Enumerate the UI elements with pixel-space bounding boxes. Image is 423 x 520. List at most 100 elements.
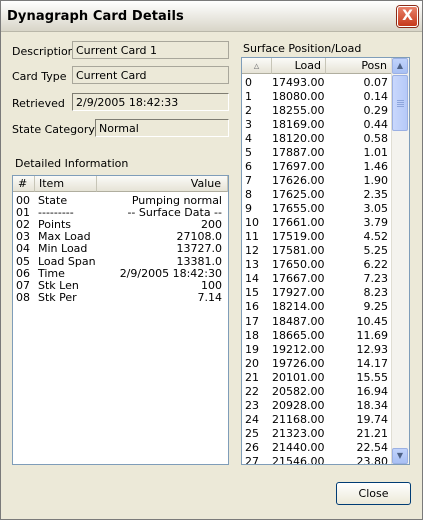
table-row[interactable]: 0 17493.00 0.07 (242, 77, 392, 89)
row-index: 10 (245, 216, 259, 230)
row-posn: 22.54 (356, 440, 389, 454)
row-posn: 18.34 (356, 398, 389, 412)
row-index: 23 (245, 398, 259, 412)
table-row[interactable]: 05 Load Span 13381.0 (13, 254, 228, 268)
state-category-field[interactable]: Normal (95, 119, 229, 137)
table-row[interactable]: 16 18214.00 9.25 (242, 301, 392, 313)
row-load: 17625.00 (272, 188, 325, 202)
column-header-load[interactable]: Load (272, 58, 326, 74)
row-index: 15 (245, 286, 259, 300)
row-index: 11 (245, 230, 259, 244)
table-row[interactable]: 14 17667.00 7.23 (242, 273, 392, 285)
table-row[interactable]: 12 17581.00 5.25 (242, 245, 392, 257)
row-index: 16 (245, 300, 259, 314)
row-load: 20101.00 (272, 370, 325, 384)
row-posn: 0.07 (363, 76, 389, 89)
detailed-information-list[interactable]: # Item Value 00 State Pumping normal 01 ----… (12, 175, 229, 465)
column-header-posn[interactable]: Posn (326, 58, 392, 74)
table-row[interactable]: 5 17887.00 1.01 (242, 147, 392, 159)
row-index: 4 (245, 132, 252, 146)
column-header-number[interactable]: # (13, 176, 35, 192)
row-number: 05 (16, 254, 30, 268)
row-posn: 7.23 (363, 272, 389, 286)
surface-position-load-list[interactable]: ▵ Load Posn 0 17493.00 0.07 1 18080.00 0.14 2 1… (241, 57, 410, 465)
dynagraph-dialog: Dynagraph Card Details X Description Cur… (0, 0, 423, 520)
table-row[interactable]: 21 20101.00 15.55 (242, 370, 392, 384)
table-row[interactable]: 08 Stk Per 7.14 (13, 290, 228, 304)
grip-line (397, 104, 404, 105)
table-row[interactable]: 25 21323.00 21.21 (242, 426, 392, 440)
table-row[interactable]: 18 18665.00 11.69 (242, 329, 392, 342)
row-load: 18080.00 (272, 90, 325, 104)
table-row[interactable]: 13 17650.00 6.22 (242, 259, 392, 271)
table-row[interactable]: 2 18255.00 0.29 (242, 105, 392, 117)
table-row[interactable]: 3 18169.00 0.44 (242, 119, 392, 131)
vertical-scrollbar[interactable]: ▲ ▼ (391, 58, 409, 464)
row-index: 21 (245, 370, 259, 384)
row-item: Load Span (38, 254, 96, 268)
row-item: Time (38, 266, 65, 280)
table-row[interactable]: 7 17626.00 1.90 (242, 175, 392, 187)
table-row[interactable]: 1 18080.00 0.14 (242, 91, 392, 103)
table-row[interactable]: 26 21440.00 22.54 (242, 440, 392, 454)
row-value: 100 (201, 278, 222, 292)
retrieved-field[interactable]: 2/9/2005 18:42:33 (72, 93, 229, 111)
table-row[interactable]: 04 Min Load 13727.0 (13, 243, 228, 255)
row-posn: 0.58 (363, 132, 389, 146)
table-row[interactable]: 24 21168.00 19.74 (242, 412, 392, 426)
row-value: 7.14 (197, 290, 223, 304)
row-load: 17667.00 (272, 272, 325, 286)
table-row[interactable]: 9 17655.00 3.05 (242, 203, 392, 215)
row-index: 1 (245, 90, 252, 104)
card-type-field[interactable]: Current Card (72, 66, 229, 84)
row-posn: 23.80 (356, 454, 389, 465)
close-button[interactable]: Close (336, 482, 411, 505)
table-row[interactable]: 07 Stk Len 100 (13, 278, 228, 292)
row-index: 7 (245, 174, 252, 188)
window-title: Dynagraph Card Details (7, 9, 184, 24)
table-row[interactable]: 8 17625.00 2.35 (242, 189, 392, 201)
table-row[interactable]: 23 20928.00 18.34 (242, 398, 392, 412)
table-row[interactable]: 06 Time 2/9/2005 18:42:30 (13, 266, 228, 280)
scroll-up-icon[interactable]: ▲ (392, 58, 408, 74)
grip-line (397, 106, 404, 107)
row-posn: 0.44 (363, 118, 389, 132)
row-load: 18255.00 (272, 104, 325, 118)
column-header-value[interactable]: Value (97, 176, 228, 192)
table-row[interactable]: 15 17927.00 8.23 (242, 287, 392, 299)
table-row[interactable]: 10 17661.00 3.79 (242, 217, 392, 229)
scroll-down-icon[interactable]: ▼ (392, 448, 408, 464)
row-load: 18487.00 (272, 314, 325, 328)
row-item: Stk Per (38, 290, 77, 304)
column-header-item[interactable]: Item (35, 176, 97, 192)
detailed-information-label: Detailed Information (15, 157, 129, 170)
grip-line (397, 102, 404, 103)
title-bar[interactable]: Dynagraph Card Details X (1, 1, 422, 32)
row-index: 6 (245, 160, 252, 174)
row-index: 17 (245, 314, 259, 328)
table-row[interactable]: 22 20582.00 16.94 (242, 384, 392, 398)
table-row[interactable]: 27 21546.00 23.80 (242, 454, 392, 465)
table-row[interactable]: 4 18120.00 0.58 (242, 133, 392, 145)
description-field[interactable]: Current Card 1 (72, 41, 229, 59)
row-posn: 4.52 (363, 230, 389, 244)
row-index: 3 (245, 118, 252, 132)
row-index: 25 (245, 426, 259, 440)
table-row[interactable]: 20 19726.00 14.17 (242, 357, 392, 370)
close-window-icon[interactable]: X (397, 6, 418, 27)
table-row[interactable]: 6 17697.00 1.46 (242, 161, 392, 173)
row-load: 20582.00 (272, 384, 325, 398)
row-posn: 15.55 (356, 370, 389, 384)
table-row[interactable]: 19 19212.00 12.93 (242, 343, 392, 356)
scroll-thumb[interactable] (392, 75, 408, 131)
row-number: 06 (16, 266, 30, 280)
row-posn: 1.01 (363, 146, 389, 160)
row-posn: 8.23 (363, 286, 389, 300)
row-index: 24 (245, 412, 259, 426)
sort-arrow-icon[interactable]: ▵ (242, 58, 272, 74)
row-load: 17661.00 (272, 216, 325, 230)
row-number: 04 (16, 242, 30, 256)
table-row[interactable]: 11 17519.00 4.52 (242, 231, 392, 243)
table-row[interactable]: 17 18487.00 10.45 (242, 314, 392, 328)
row-number: 07 (16, 278, 30, 292)
